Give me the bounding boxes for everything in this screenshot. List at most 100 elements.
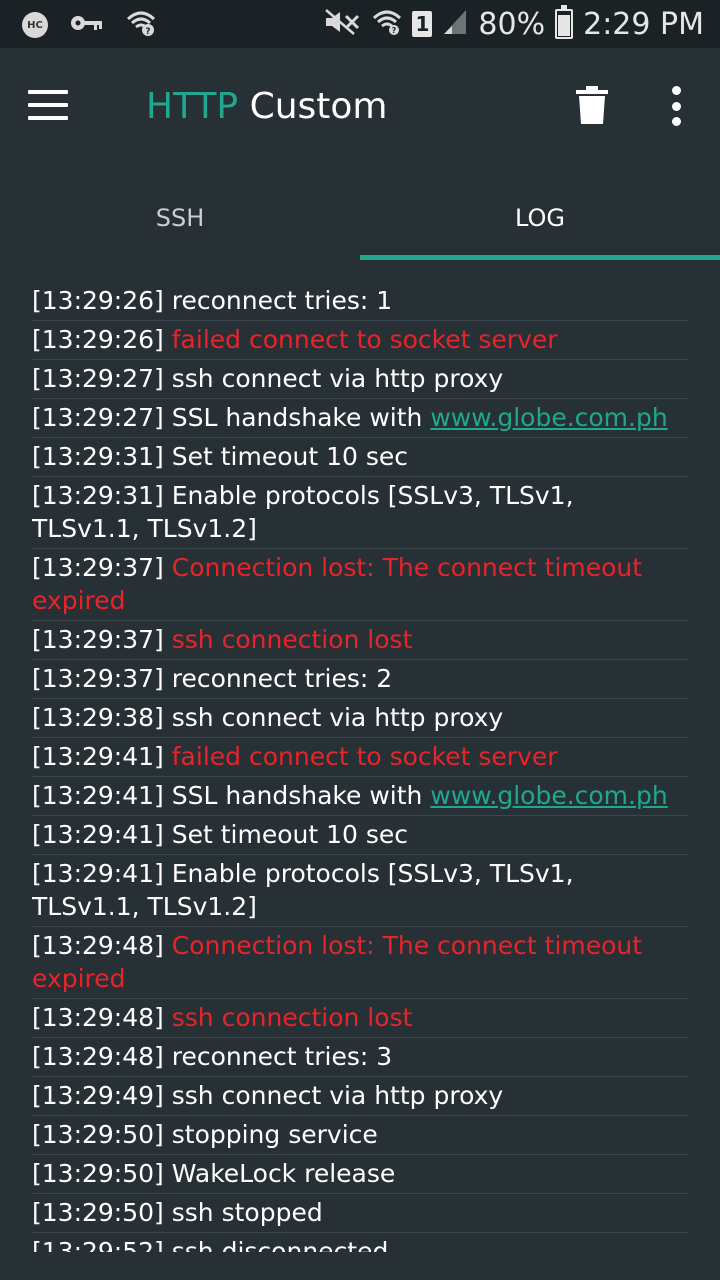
mute-icon (324, 8, 362, 40)
log-list[interactable]: [13:29:26] reconnect tries: 1 [13:29:26] … (32, 282, 688, 1252)
log-message-text: ssh stopped (171, 1198, 323, 1227)
status-left-icons: HC ? (22, 10, 156, 40)
log-timestamp: [13:29:52] (32, 1237, 164, 1252)
log-message: Set timeout 10 sec (172, 820, 408, 849)
more-vert-icon[interactable] (668, 86, 684, 126)
log-timestamp: [13:29:38] (32, 703, 164, 732)
log-line: [13:29:41] Set timeout 10 sec (32, 816, 688, 855)
log-line: [13:29:48] ssh connection lost (32, 999, 688, 1038)
log-message-text: reconnect tries: 1 (171, 286, 393, 315)
log-message-text: ssh connect via http proxy (171, 364, 504, 393)
log-message-text: failed connect to socket server (171, 325, 558, 354)
menu-icon[interactable] (28, 90, 68, 120)
app-bar: HTTP Custom SSH LOG (0, 48, 720, 260)
wifi-icon: ? (372, 9, 402, 39)
status-bar: HC ? ? 1 80% 2:29 PM (0, 0, 720, 48)
log-line: [13:29:38] ssh connect via http proxy (32, 699, 688, 738)
log-message-text: stopping service (171, 1120, 378, 1149)
key-icon (70, 14, 104, 36)
log-timestamp: [13:29:37] (32, 625, 164, 654)
log-message-text: ssh connection lost (171, 625, 413, 654)
log-timestamp: [13:29:41] (32, 859, 164, 888)
log-message-text: ssh connect via http proxy (171, 703, 504, 732)
log-message: ssh connect via http proxy (172, 703, 503, 732)
log-line: [13:29:41] failed connect to socket serv… (32, 738, 688, 777)
wifi-question-icon: ? (126, 10, 156, 40)
log-line: [13:29:31] Set timeout 10 sec (32, 438, 688, 477)
log-message: reconnect tries: 2 (172, 664, 392, 693)
log-line: [13:29:50] stopping service (32, 1116, 688, 1155)
log-timestamp: [13:29:27] (32, 364, 164, 393)
tab-log[interactable]: LOG (360, 176, 720, 260)
log-message-text: ssh connection lost (171, 1003, 413, 1032)
log-message: ssh connect via http proxy (172, 1081, 503, 1110)
log-message-text: ssh disconnected (171, 1237, 389, 1252)
tab-ssh[interactable]: SSH (0, 176, 360, 260)
log-line: [13:29:50] WakeLock release (32, 1155, 688, 1194)
svg-text:?: ? (145, 27, 150, 36)
log-line: [13:29:26] failed connect to socket serv… (32, 321, 688, 360)
log-timestamp: [13:29:49] (32, 1081, 164, 1110)
log-line: [13:29:37] Connection lost: The connect … (32, 549, 688, 621)
battery-percent: 80% (478, 6, 546, 42)
log-link[interactable]: www.globe.com.ph (430, 403, 667, 432)
log-line: [13:29:49] ssh connect via http proxy (32, 1077, 688, 1116)
app-title: HTTP Custom (146, 86, 388, 127)
log-line: [13:29:27] SSL handshake with www.globe.… (32, 399, 688, 438)
log-timestamp: [13:29:50] (32, 1159, 164, 1188)
log-error-message: failed connect to socket server (172, 742, 558, 771)
log-timestamp: [13:29:48] (32, 931, 164, 960)
log-timestamp: [13:29:31] (32, 442, 164, 471)
log-message-text: ssh connect via http proxy (171, 1081, 504, 1110)
log-message: SSL handshake with www.globe.com.ph (172, 403, 668, 432)
log-message: reconnect tries: 3 (172, 1042, 392, 1071)
log-timestamp: [13:29:50] (32, 1120, 164, 1149)
log-link[interactable]: www.globe.com.ph (430, 781, 667, 810)
log-line: [13:29:37] reconnect tries: 2 (32, 660, 688, 699)
log-error-message: ssh connection lost (172, 1003, 413, 1032)
svg-text:?: ? (392, 26, 397, 35)
log-panel[interactable]: [13:29:26] reconnect tries: 1 [13:29:26] … (0, 260, 720, 1280)
log-message-text: Set timeout 10 sec (171, 442, 409, 471)
app-title-accent: HTTP (146, 86, 239, 127)
log-timestamp: [13:29:50] (32, 1198, 164, 1227)
log-timestamp: [13:29:37] (32, 664, 164, 693)
signal-icon (442, 8, 468, 40)
log-timestamp: [13:29:37] (32, 553, 164, 582)
log-line: [13:29:26] reconnect tries: 1 (32, 282, 688, 321)
log-message: stopping service (172, 1120, 378, 1149)
log-line: [13:29:50] ssh stopped (32, 1194, 688, 1233)
log-message: reconnect tries: 1 (172, 286, 392, 315)
log-line: [13:29:48] Connection lost: The connect … (32, 927, 688, 999)
log-message: SSL handshake with www.globe.com.ph (172, 781, 668, 810)
log-message: ssh disconnected (172, 1237, 389, 1252)
log-timestamp: [13:29:48] (32, 1042, 164, 1071)
log-line: [13:29:41] SSL handshake with www.globe.… (32, 777, 688, 816)
log-message-text: WakeLock release (171, 1159, 396, 1188)
sim-slot-badge: 1 (412, 11, 433, 37)
log-line: [13:29:27] ssh connect via http proxy (32, 360, 688, 399)
log-message: ssh connect via http proxy (172, 364, 503, 393)
log-timestamp: [13:29:41] (32, 820, 164, 849)
log-timestamp: [13:29:48] (32, 1003, 164, 1032)
log-timestamp: [13:29:26] (32, 286, 164, 315)
status-right-icons: ? 1 80% 2:29 PM (324, 5, 704, 42)
log-line: [13:29:48] reconnect tries: 3 (32, 1038, 688, 1077)
log-message: ssh stopped (172, 1198, 323, 1227)
log-message-text: SSL handshake with (171, 403, 431, 432)
log-timestamp: [13:29:27] (32, 403, 164, 432)
log-message-text: Set timeout 10 sec (171, 820, 409, 849)
clock: 2:29 PM (583, 6, 704, 42)
tab-bar: SSH LOG (0, 176, 720, 260)
log-message-text: reconnect tries: 3 (171, 1042, 393, 1071)
log-timestamp: [13:29:26] (32, 325, 164, 354)
log-line: [13:29:52] ssh disconnected (32, 1233, 688, 1252)
log-timestamp: [13:29:41] (32, 781, 164, 810)
log-line: [13:29:37] ssh connection lost (32, 621, 688, 660)
log-message: WakeLock release (172, 1159, 396, 1188)
log-message-text: reconnect tries: 2 (171, 664, 393, 693)
log-error-message: failed connect to socket server (172, 325, 558, 354)
log-timestamp: [13:29:41] (32, 742, 164, 771)
http-custom-notification-icon: HC (22, 12, 48, 38)
trash-icon[interactable] (576, 86, 608, 124)
